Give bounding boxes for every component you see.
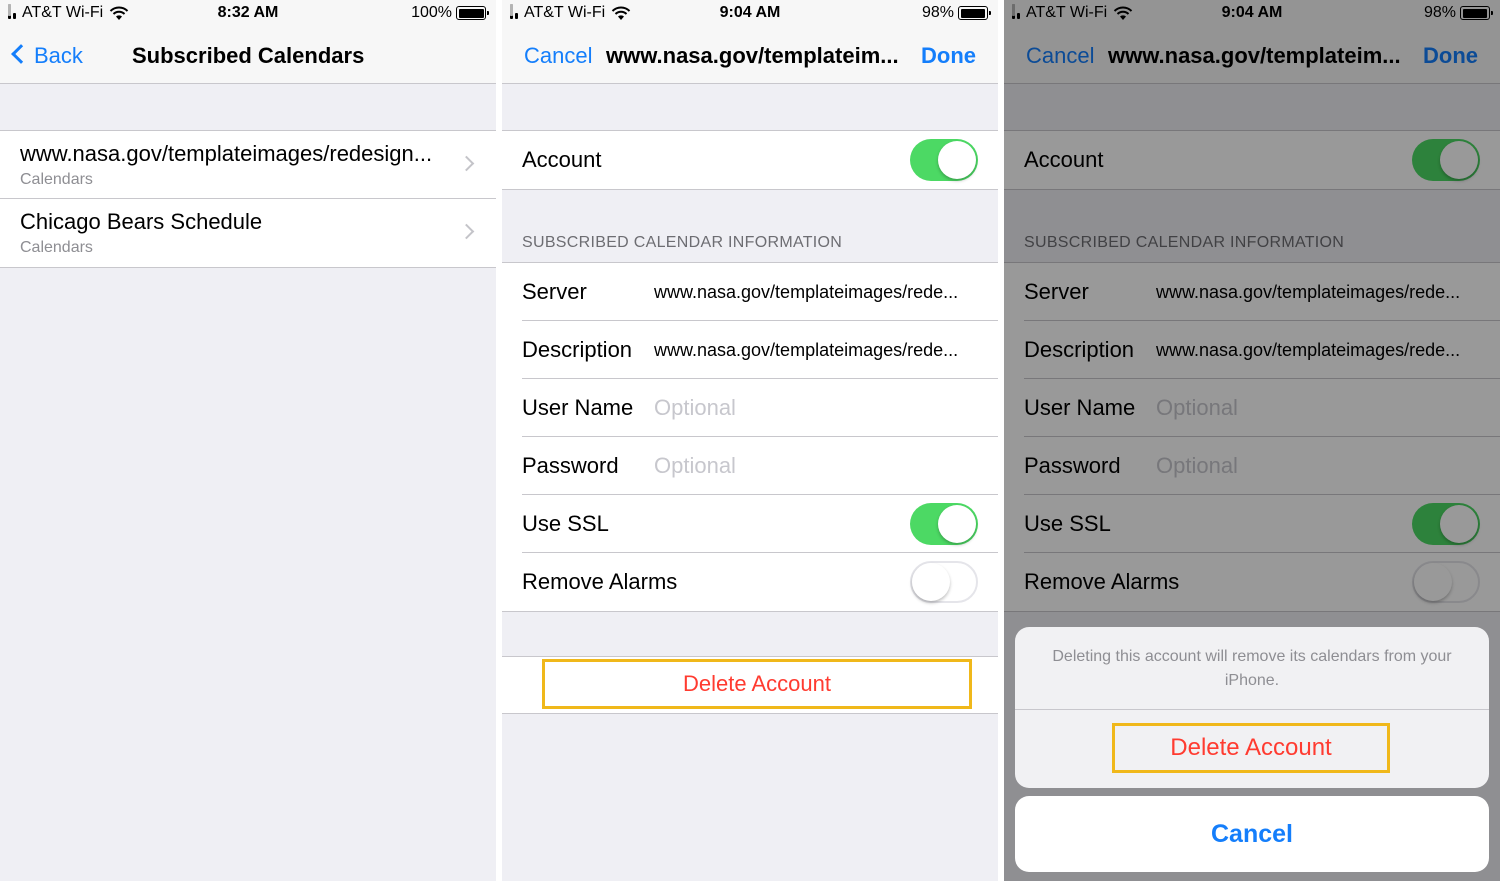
delete-confirmation-screen: AT&T Wi-Fi 9:04 AM 98% Cancel www.nasa.g… <box>1004 0 1500 881</box>
action-sheet-cancel-button[interactable]: Cancel <box>1015 796 1489 872</box>
cancel-button[interactable]: Cancel <box>524 43 592 69</box>
calendar-info-group: Server www.nasa.gov/templateimages/rede.… <box>502 262 998 612</box>
username-field[interactable]: Optional <box>654 395 736 421</box>
done-button[interactable]: Done <box>921 43 976 69</box>
username-row[interactable]: User Name Optional <box>522 379 998 437</box>
status-bar: AT&T Wi-Fi 8:32 AM 100% <box>0 0 496 28</box>
toggle-knob <box>912 563 950 601</box>
remove-alarms-label: Remove Alarms <box>522 569 678 594</box>
remove-alarms-toggle[interactable] <box>910 561 978 603</box>
chevron-right-icon <box>458 223 475 240</box>
use-ssl-toggle[interactable] <box>910 503 978 545</box>
chevron-right-icon <box>458 155 475 172</box>
battery-icon <box>456 6 489 20</box>
description-label: Description <box>522 337 633 362</box>
toggle-knob <box>938 141 976 179</box>
confirm-delete-account-button[interactable]: Delete Account <box>1112 723 1390 773</box>
calendar-account-screen: AT&T Wi-Fi 9:04 AM 98% Cancel www.nasa.g… <box>502 0 998 881</box>
action-sheet-delete-row[interactable]: Delete Account <box>1015 710 1489 788</box>
navigation-bar: Back Subscribed Calendars <box>0 28 496 84</box>
account-group: Account <box>502 130 998 190</box>
use-ssl-row: Use SSL <box>522 495 998 553</box>
password-field[interactable]: Optional <box>654 453 736 479</box>
toggle-knob <box>938 505 976 543</box>
battery-icon <box>958 6 991 20</box>
battery-percent: 100% <box>411 4 452 21</box>
action-sheet: Deleting this account will remove its ca… <box>1015 627 1489 788</box>
page-title: Subscribed Calendars <box>132 43 365 68</box>
subscribed-calendars-screen: AT&T Wi-Fi 8:32 AM 100% Back Subscribed … <box>0 0 496 881</box>
use-ssl-label: Use SSL <box>522 511 609 536</box>
delete-account-button[interactable]: Delete Account <box>542 659 972 709</box>
section-header: SUBSCRIBED CALENDAR INFORMATION <box>522 234 843 251</box>
back-label: Back <box>34 43 83 68</box>
calendar-list: www.nasa.gov/templateimages/redesign... … <box>0 130 496 268</box>
list-item[interactable]: Chicago Bears Schedule Calendars <box>0 199 496 267</box>
calendar-subtitle: Calendars <box>20 239 93 256</box>
calendar-title: www.nasa.gov/templateimages/redesign... <box>20 141 433 166</box>
chevron-left-icon <box>11 44 31 64</box>
remove-alarms-row: Remove Alarms <box>522 553 998 611</box>
navigation-bar: Cancel www.nasa.gov/templateim... Done <box>502 28 998 84</box>
account-row: Account <box>502 131 998 189</box>
description-value: www.nasa.gov/templateimages/rede... <box>654 340 959 360</box>
description-row[interactable]: Description www.nasa.gov/templateimages/… <box>522 321 998 379</box>
password-label: Password <box>522 453 619 478</box>
status-bar: AT&T Wi-Fi 9:04 AM 98% <box>502 0 998 28</box>
username-label: User Name <box>522 395 634 420</box>
page-title: www.nasa.gov/templateim... <box>606 43 899 68</box>
password-row[interactable]: Password Optional <box>522 437 998 495</box>
calendar-title: Chicago Bears Schedule <box>20 209 263 234</box>
action-sheet-message: Deleting this account will remove its ca… <box>1015 627 1489 710</box>
server-value: www.nasa.gov/templateimages/rede... <box>654 282 959 302</box>
server-row[interactable]: Server www.nasa.gov/templateimages/rede.… <box>522 263 998 321</box>
list-item[interactable]: www.nasa.gov/templateimages/redesign... … <box>0 131 496 199</box>
battery-percent: 98% <box>921 4 954 21</box>
delete-group: Delete Account <box>502 656 998 714</box>
server-label: Server <box>522 279 587 304</box>
account-label: Account <box>522 147 602 172</box>
back-button[interactable]: Back <box>11 43 83 69</box>
account-toggle[interactable] <box>910 139 978 181</box>
calendar-subtitle: Calendars <box>20 171 93 188</box>
